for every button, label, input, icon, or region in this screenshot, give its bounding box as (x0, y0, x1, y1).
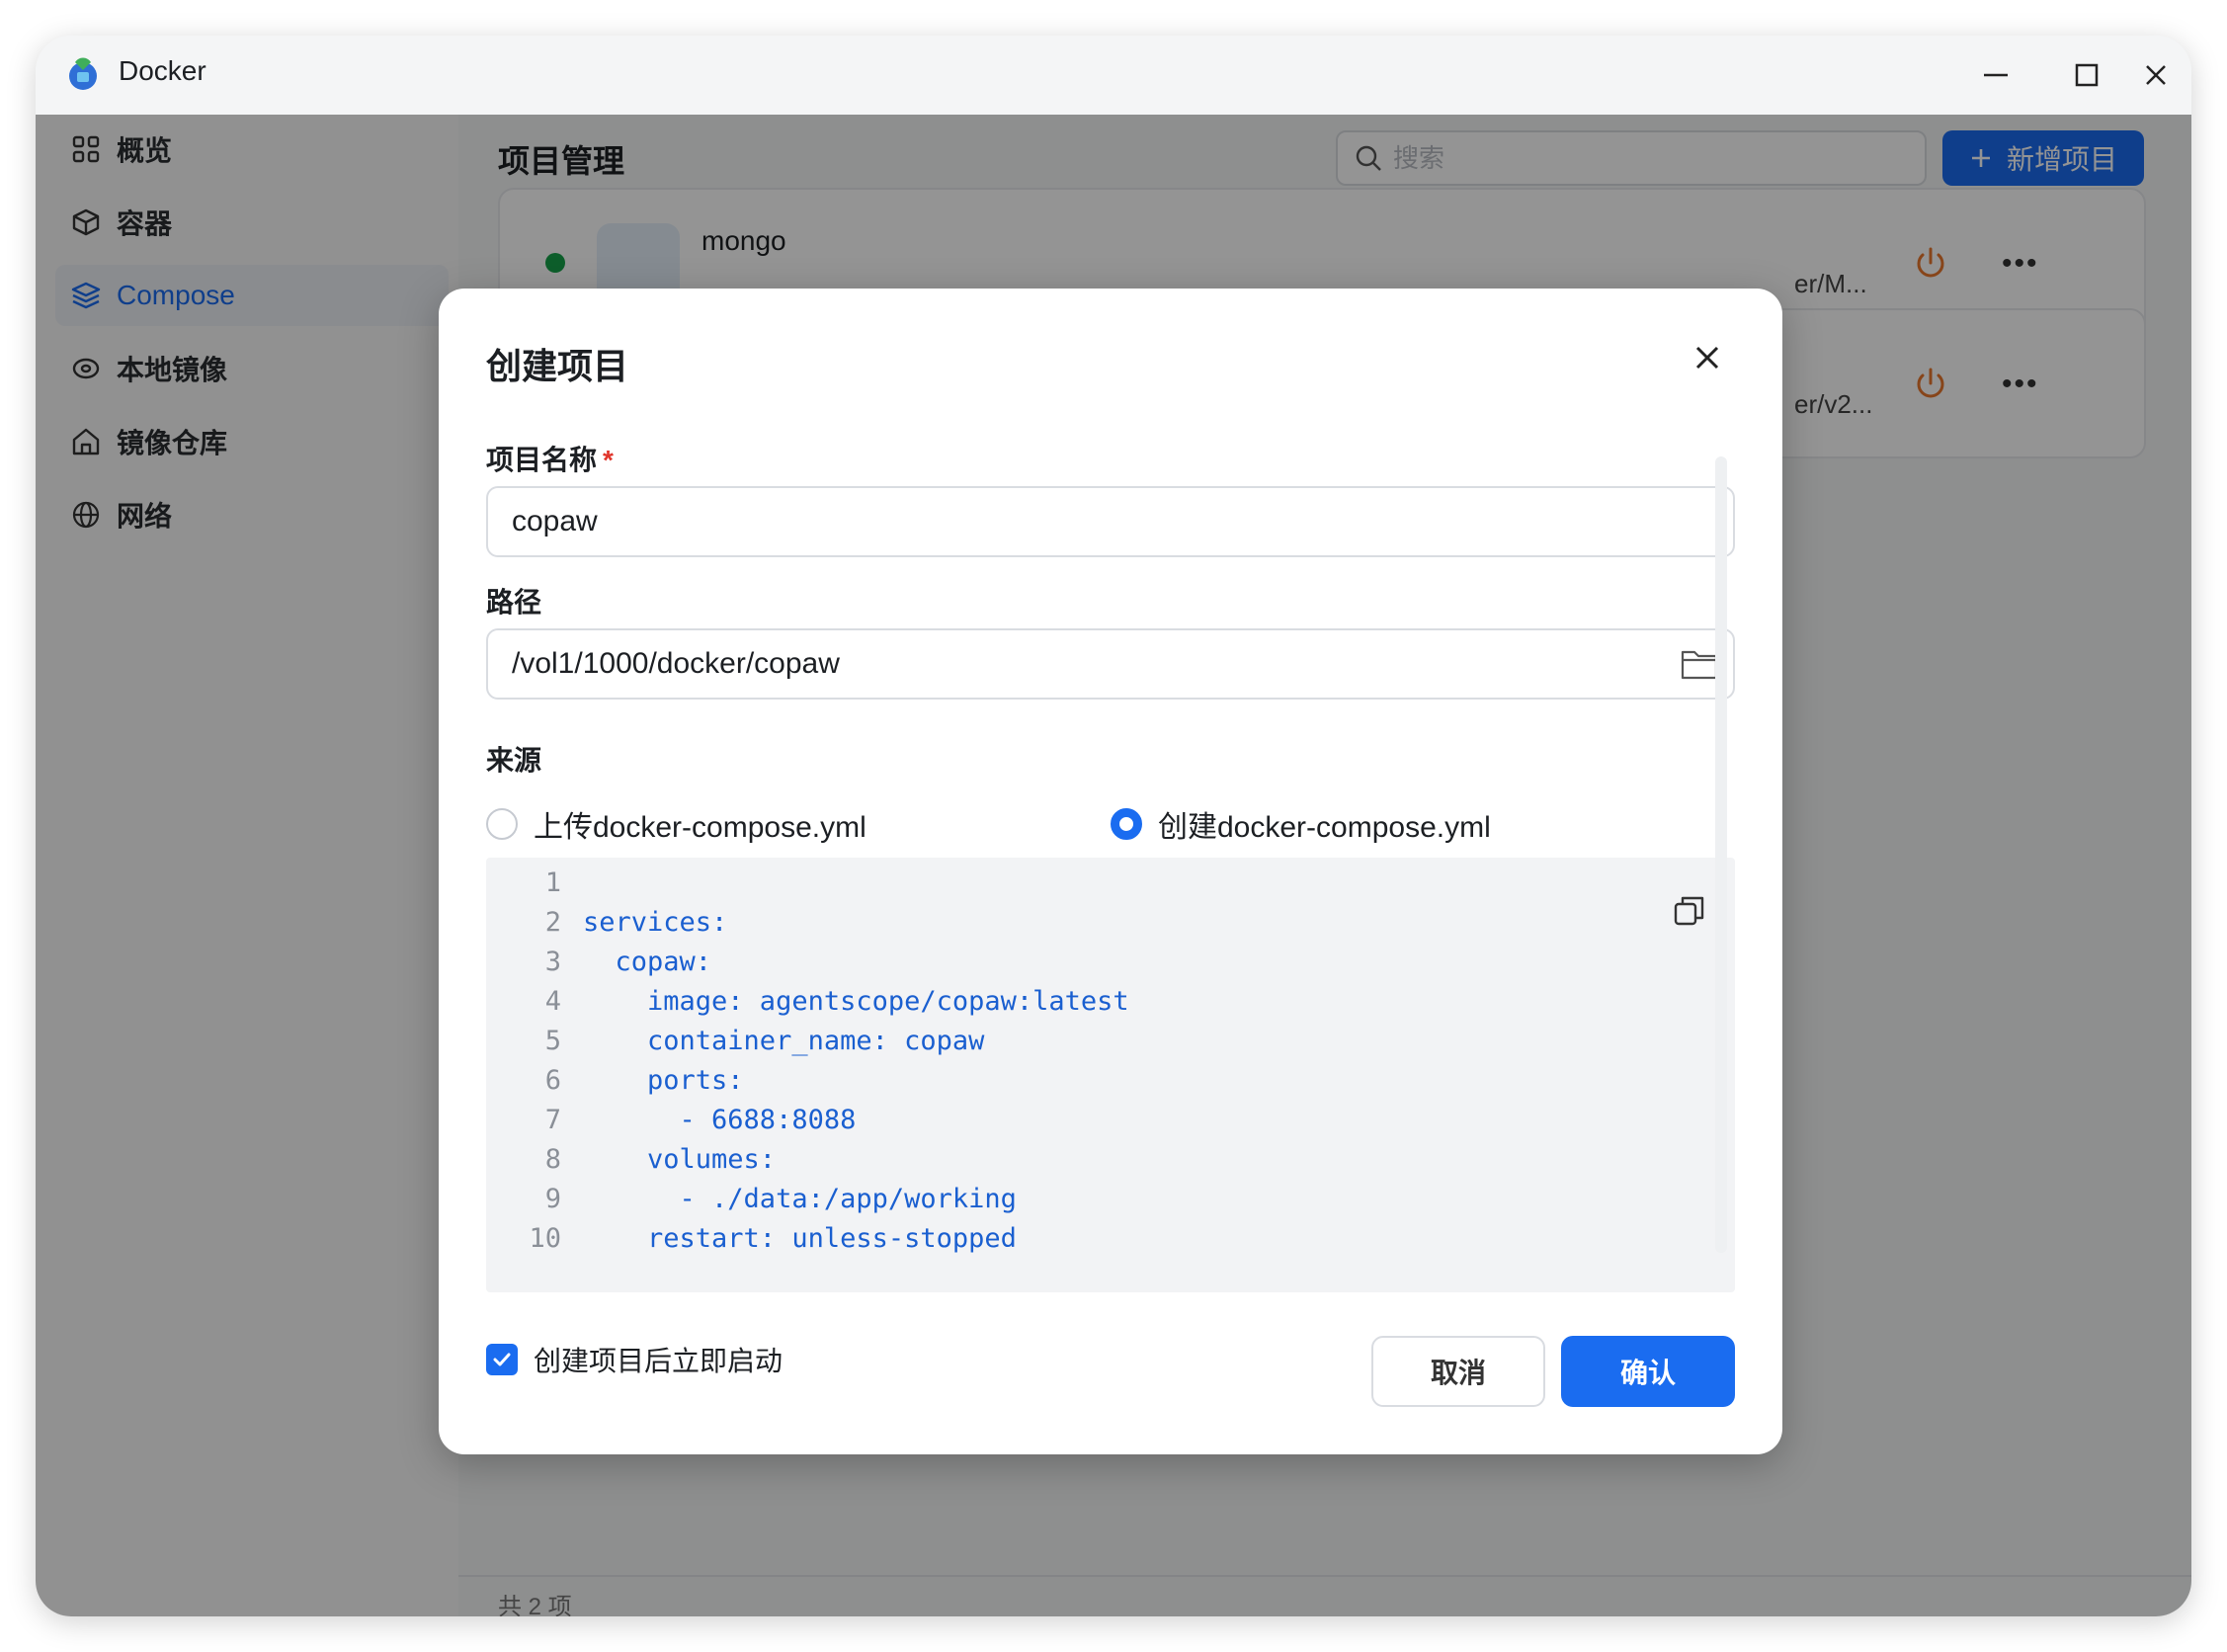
source-label: 来源 (486, 745, 542, 776)
folder-icon[interactable] (1680, 646, 1719, 682)
autostart-checkbox[interactable]: 创建项目后立即启动 (486, 1340, 783, 1379)
radio-circle-checked (1111, 808, 1142, 840)
code-text: container_name: copaw (583, 1026, 985, 1056)
source-upload-radio[interactable]: 上传docker-compose.yml (486, 802, 866, 846)
code-line: 6 ports: (486, 1061, 1735, 1101)
line-number: 1 (544, 867, 561, 898)
line-number: 3 (544, 947, 561, 977)
path-label: 路径 (486, 587, 542, 618)
code-text: ports: (583, 1065, 744, 1096)
code-line: 2 services: (486, 903, 1735, 943)
docker-logo-icon (69, 57, 97, 90)
code-text: volumes: (583, 1144, 777, 1175)
code-line: 10 restart: unless-stopped (486, 1219, 1735, 1259)
code-line: 7 - 6688:8088 (486, 1101, 1735, 1140)
code-text: image: agentscope/copaw:latest (583, 986, 1129, 1017)
required-marker: * (603, 445, 614, 475)
line-number: 4 (544, 986, 561, 1017)
project-name-value: copaw (512, 505, 598, 537)
maximize-button[interactable] (2063, 51, 2110, 99)
line-number: 2 (544, 907, 561, 938)
code-text: copaw: (583, 947, 712, 977)
compose-code-editor[interactable]: 1 2 services: 3 copaw: 4 image: agentscope/c… (486, 858, 1735, 1292)
cancel-button[interactable]: 取消 (1371, 1336, 1545, 1407)
title-bar: Docker (36, 36, 2191, 115)
code-line: 1 (486, 864, 1735, 903)
code-text: - 6688:8088 (583, 1105, 857, 1135)
close-icon (1695, 346, 1719, 370)
close-window-button[interactable] (2132, 51, 2180, 99)
radio-label: 创建docker-compose.yml (1158, 811, 1491, 844)
line-number: 6 (544, 1065, 561, 1096)
confirm-button[interactable]: 确认 (1561, 1336, 1735, 1407)
checkbox-checked-icon (486, 1344, 518, 1375)
window-title: Docker (119, 55, 206, 86)
path-input[interactable]: /vol1/1000/docker/copaw (486, 628, 1735, 700)
line-number: 9 (544, 1184, 561, 1214)
radio-label: 上传docker-compose.yml (534, 811, 866, 844)
line-number: 7 (544, 1105, 561, 1135)
close-icon (2146, 65, 2166, 85)
dialog-close-button[interactable] (1686, 336, 1729, 379)
dialog-scrollbar[interactable] (1715, 456, 1727, 1253)
dialog-title: 创建项目 (486, 346, 629, 386)
project-name-label: 项目名称 * (486, 439, 614, 478)
code-line: 9 - ./data:/app/working (486, 1180, 1735, 1219)
path-value: /vol1/1000/docker/copaw (512, 647, 840, 680)
code-text: services: (583, 907, 728, 938)
code-line: 3 copaw: (486, 943, 1735, 982)
code-text: - ./data:/app/working (583, 1184, 1017, 1214)
line-number: 10 (529, 1223, 561, 1254)
project-name-input[interactable]: copaw (486, 486, 1735, 557)
minimize-icon (1984, 73, 2008, 77)
create-project-dialog: 创建项目 项目名称 * copaw 路径 /vol1/1000/docker/co… (439, 289, 1782, 1454)
code-line: 8 volumes: (486, 1140, 1735, 1180)
radio-circle (486, 808, 518, 840)
autostart-label: 创建项目后立即启动 (534, 1346, 784, 1376)
line-number: 8 (544, 1144, 561, 1175)
minimize-button[interactable] (1972, 51, 2020, 99)
line-number: 5 (544, 1026, 561, 1056)
code-line: 5 container_name: copaw (486, 1022, 1735, 1061)
code-line: 4 image: agentscope/copaw:latest (486, 982, 1735, 1022)
maximize-icon (2075, 63, 2099, 87)
code-text: restart: unless-stopped (583, 1223, 1017, 1254)
source-create-radio[interactable]: 创建docker-compose.yml (1111, 802, 1491, 846)
project-name-label-text: 项目名称 (486, 445, 598, 475)
